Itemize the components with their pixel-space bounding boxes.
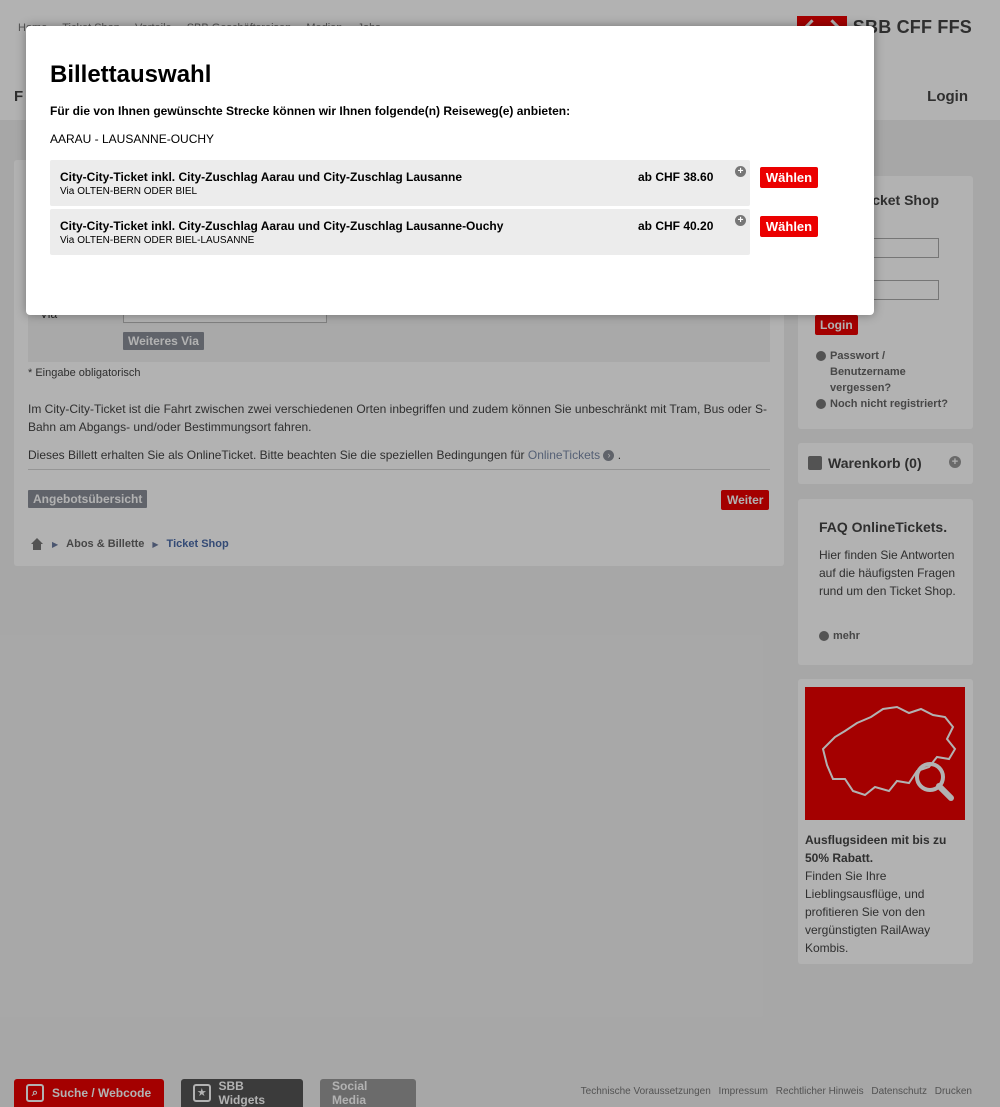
dialog-intro: Für die von Ihnen gewünschte Strecke kön… <box>50 104 571 118</box>
offer-price: ab CHF 38.60 <box>638 170 714 184</box>
offer-row: City-City-Ticket inkl. City-Zuschlag Aar… <box>50 160 750 206</box>
expand-plus-icon[interactable]: + <box>735 215 746 226</box>
choose-offer-button[interactable]: Wählen <box>760 167 818 188</box>
offer-via: Via OLTEN-BERN ODER BIEL-LAUSANNE <box>60 235 254 246</box>
offer-price: ab CHF 40.20 <box>638 219 714 233</box>
offer-via-label: Via <box>60 186 75 197</box>
offer-via-route: OLTEN-BERN ODER BIEL <box>77 186 198 197</box>
offer-via-label: Via <box>60 235 75 246</box>
dialog-title: Billettauswahl <box>50 61 212 88</box>
ticket-selection-dialog: Billettauswahl Für die von Ihnen gewünsc… <box>26 26 874 315</box>
offer-via-route: OLTEN-BERN ODER BIEL-LAUSANNE <box>77 235 255 246</box>
offer-row: City-City-Ticket inkl. City-Zuschlag Aar… <box>50 209 750 255</box>
offer-name: City-City-Ticket inkl. City-Zuschlag Aar… <box>60 170 463 184</box>
expand-plus-icon[interactable]: + <box>735 166 746 177</box>
offer-name: City-City-Ticket inkl. City-Zuschlag Aar… <box>60 219 504 233</box>
offer-via: Via OLTEN-BERN ODER BIEL <box>60 186 197 197</box>
dialog-route: AARAU - LAUSANNE-OUCHY <box>50 132 215 146</box>
choose-offer-button[interactable]: Wählen <box>760 216 818 237</box>
